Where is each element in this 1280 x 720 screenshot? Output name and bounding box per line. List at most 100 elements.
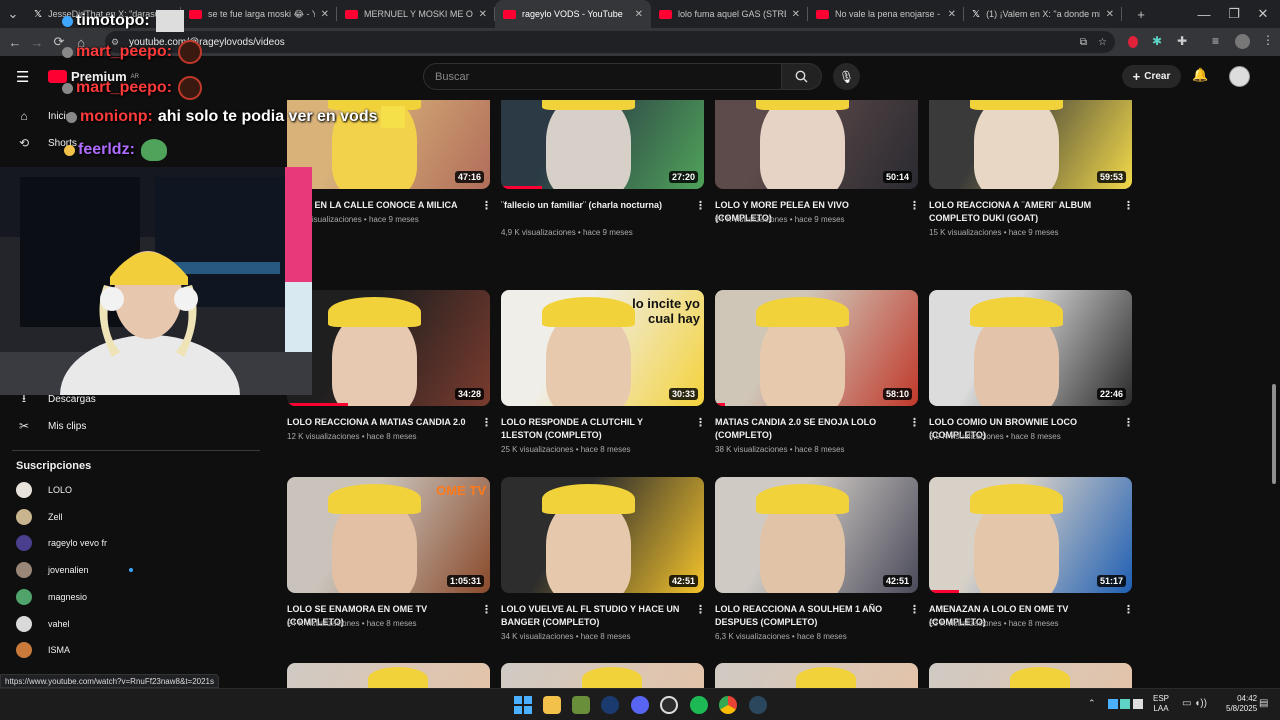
- subscription-item[interactable]: rageylo vevo fr: [0, 531, 200, 555]
- video-menu-icon[interactable]: ⋮: [909, 603, 920, 616]
- new-tab-button[interactable]: +: [1130, 3, 1152, 25]
- video-thumbnail[interactable]: [501, 663, 704, 688]
- video-thumbnail[interactable]: 51:17: [929, 477, 1132, 593]
- extensions-puzzle-icon[interactable]: ✚: [1177, 34, 1187, 48]
- video-menu-icon[interactable]: ⋮: [481, 416, 492, 429]
- video-menu-icon[interactable]: ⋮: [1123, 603, 1134, 616]
- network-sound-icons[interactable]: ▭ ◖)): [1182, 698, 1207, 709]
- browser-tab[interactable]: rageylo VODS - YouTube ✕: [495, 0, 651, 28]
- video-menu-icon[interactable]: ⋮: [909, 199, 920, 212]
- close-window-button[interactable]: ✕: [1252, 3, 1274, 25]
- maximize-button[interactable]: ❐: [1223, 3, 1245, 25]
- file-explorer-icon[interactable]: [543, 696, 561, 714]
- language-indicator[interactable]: ESP LAA: [1153, 694, 1169, 714]
- video-card[interactable]: 34:28 LOLO REACCIONA A MATIAS CANDIA 2.0 1…: [287, 290, 492, 470]
- video-thumbnail[interactable]: 42:51: [501, 477, 704, 593]
- video-title[interactable]: LOLO REACCIONA A ¨AMERI¨ ALBUM COMPLETO …: [929, 199, 1114, 225]
- video-thumbnail[interactable]: OME TV 1:05:31: [287, 477, 490, 593]
- video-card[interactable]: 50:14 LOLO Y MORE PELEA EN VIVO (COMPLETO…: [715, 100, 920, 253]
- video-card[interactable]: 27:20 ¨fallecio un familiar¨ (charla noct…: [501, 100, 706, 253]
- video-meta: 24 K visualizaciones • hace 8 meses: [287, 619, 417, 628]
- video-thumbnail[interactable]: [287, 663, 490, 688]
- discord-icon[interactable]: [631, 696, 649, 714]
- sidebar-item-clips[interactable]: ✂ Mis clips: [0, 414, 200, 438]
- search-button[interactable]: [782, 63, 822, 90]
- video-title[interactable]: LOLO REACCIONA A MATIAS CANDIA 2.0: [287, 416, 472, 429]
- spotify-icon[interactable]: [690, 696, 708, 714]
- video-thumbnail[interactable]: 34:28: [287, 290, 490, 406]
- back-button[interactable]: ←: [4, 31, 26, 53]
- browser-tab[interactable]: No vale la pena enojarse - jove ✕: [808, 0, 964, 28]
- voice-search-button[interactable]: 🎙: [833, 63, 860, 90]
- video-menu-icon[interactable]: ⋮: [481, 199, 492, 212]
- video-title[interactable]: LOLO EN LA CALLE CONOCE A MILICA: [287, 199, 472, 212]
- tab-close-icon[interactable]: ✕: [479, 9, 487, 20]
- subscription-item[interactable]: vahel: [0, 612, 200, 636]
- video-menu-icon[interactable]: ⋮: [909, 416, 920, 429]
- video-title[interactable]: ¨fallecio un familiar¨ (charla nocturna): [501, 199, 686, 212]
- search-input[interactable]: Buscar: [423, 63, 782, 90]
- video-menu-icon[interactable]: ⋮: [1123, 416, 1134, 429]
- video-thumbnail[interactable]: 22:46: [929, 290, 1132, 406]
- video-menu-icon[interactable]: ⋮: [1123, 199, 1134, 212]
- video-thumbnail[interactable]: [715, 663, 918, 688]
- tab-close-icon[interactable]: ✕: [792, 9, 800, 20]
- subscription-item[interactable]: jovenalien: [0, 558, 200, 582]
- minecraft-icon[interactable]: [572, 696, 590, 714]
- browser-tab[interactable]: 𝕏 (1) ¡Valem en X: "a donde mirai ✕: [964, 0, 1122, 28]
- subscription-item[interactable]: magnesio: [0, 585, 200, 609]
- video-menu-icon[interactable]: ⋮: [695, 199, 706, 212]
- tray-icons[interactable]: [1108, 699, 1143, 709]
- obs-icon[interactable]: [660, 696, 678, 714]
- tab-close-icon[interactable]: ✕: [1106, 9, 1114, 20]
- video-card[interactable]: 58:10 MATIAS CANDIA 2.0 SE ENOJA LOLO (CO…: [715, 290, 920, 470]
- tab-title: lolo fuma aquel GAS (STREAM: [678, 9, 786, 19]
- video-card[interactable]: OME TV 1:05:31 LOLO SE ENAMORA EN OME TV (…: [287, 477, 492, 657]
- video-card[interactable]: 51:17 AMENAZAN A LOLO EN OME TV (COMPLETO…: [929, 477, 1134, 657]
- browser-menu-icon[interactable]: ⋮: [1262, 33, 1274, 47]
- bookmark-star-icon[interactable]: ☆: [1098, 37, 1107, 48]
- profile-icon[interactable]: [1235, 34, 1250, 49]
- video-title[interactable]: LOLO REACCIONA A SOULHEM 1 AÑO DESPUES (…: [715, 603, 900, 629]
- subscription-item[interactable]: LOLO: [0, 478, 200, 502]
- steam-icon[interactable]: [601, 696, 619, 714]
- video-menu-icon[interactable]: ⋮: [695, 603, 706, 616]
- video-card[interactable]: 42:51 LOLO VUELVE AL FL STUDIO Y HACE UN …: [501, 477, 706, 657]
- tab-search-button[interactable]: ⌄: [0, 3, 26, 25]
- subscriptions-heading[interactable]: Suscripciones: [16, 460, 91, 472]
- minimize-button[interactable]: —: [1193, 3, 1215, 25]
- tab-close-icon[interactable]: ✕: [948, 9, 956, 20]
- video-thumbnail[interactable]: lo incite yo cual hay 30:33: [501, 290, 704, 406]
- tray-expand-icon[interactable]: ⌃: [1088, 698, 1096, 709]
- video-card[interactable]: lo incite yo cual hay 30:33 LOLO RESPONDE …: [501, 290, 706, 470]
- video-thumbnail[interactable]: 58:10: [715, 290, 918, 406]
- page-scrollbar[interactable]: [1272, 384, 1276, 484]
- video-menu-icon[interactable]: ⋮: [481, 603, 492, 616]
- notifications-bell-icon[interactable]: 🔔: [1192, 67, 1208, 83]
- create-button[interactable]: + Crear: [1122, 65, 1181, 88]
- video-menu-icon[interactable]: ⋮: [695, 416, 706, 429]
- video-title[interactable]: MATIAS CANDIA 2.0 SE ENOJA LOLO (COMPLET…: [715, 416, 900, 442]
- extension-icon[interactable]: [1128, 36, 1138, 48]
- video-thumbnail[interactable]: [929, 663, 1132, 688]
- video-card[interactable]: 42:51 LOLO REACCIONA A SOULHEM 1 AÑO DESP…: [715, 477, 920, 657]
- account-avatar[interactable]: [1229, 66, 1250, 87]
- tab-close-icon[interactable]: ✕: [635, 9, 643, 20]
- install-icon[interactable]: ⧉: [1080, 37, 1087, 48]
- guide-menu-icon[interactable]: ☰: [16, 68, 29, 86]
- start-icon[interactable]: [514, 696, 532, 714]
- video-thumbnail[interactable]: 42:51: [715, 477, 918, 593]
- browser-tab[interactable]: lolo fuma aquel GAS (STREAM ✕: [651, 0, 808, 28]
- video-title[interactable]: LOLO RESPONDE A CLUTCHIL Y 1LESTON (COMP…: [501, 416, 686, 442]
- video-title[interactable]: LOLO VUELVE AL FL STUDIO Y HACE UN BANGE…: [501, 603, 686, 629]
- video-card[interactable]: 22:46 LOLO COMIO UN BROWNIE LOCO (COMPLET…: [929, 290, 1134, 470]
- translate-icon[interactable]: ✱: [1152, 34, 1162, 48]
- video-card[interactable]: 59:53 LOLO REACCIONA A ¨AMERI¨ ALBUM COMP…: [929, 100, 1134, 253]
- chrome-icon[interactable]: [719, 696, 737, 714]
- steam-app-icon[interactable]: [749, 696, 767, 714]
- clock[interactable]: 04:42 5/8/2025: [1226, 694, 1257, 714]
- notifications-icon[interactable]: ▤: [1259, 698, 1268, 709]
- reading-list-icon[interactable]: ≡: [1212, 34, 1219, 48]
- subscription-item[interactable]: Zell: [0, 505, 200, 529]
- subscription-item[interactable]: ISMA: [0, 638, 200, 662]
